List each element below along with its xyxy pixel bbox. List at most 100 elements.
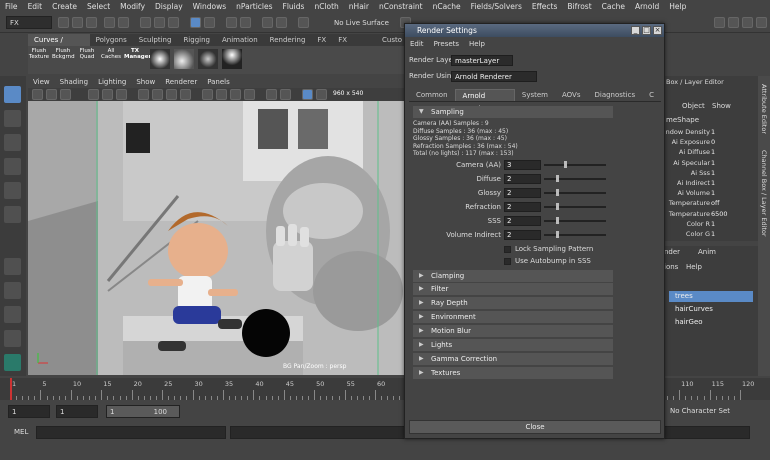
channel-menu-show[interactable]: Show: [712, 102, 731, 110]
shelf-tab[interactable]: Rendering: [264, 34, 312, 46]
ambient-occlusion-icon[interactable]: [216, 89, 227, 100]
sampling-value-field[interactable]: 2: [504, 202, 541, 212]
viewport-menu-panels[interactable]: Panels: [202, 76, 235, 88]
open-scene-icon[interactable]: [72, 17, 83, 28]
toggle-panel-icon[interactable]: [714, 17, 725, 28]
current-frame-field[interactable]: 1: [56, 405, 98, 418]
sampling-slider-handle[interactable]: [556, 231, 560, 238]
wireframe-icon[interactable]: [138, 89, 149, 100]
menu-ncache[interactable]: nCache: [428, 2, 466, 11]
channel-attr-row[interactable]: ndow Density 1: [664, 128, 758, 138]
menu-modify[interactable]: Modify: [115, 2, 150, 11]
mel-label[interactable]: MEL: [14, 428, 28, 436]
sampling-value-field[interactable]: 2: [504, 174, 541, 184]
select-object-icon[interactable]: [154, 17, 165, 28]
area-light-icon[interactable]: [150, 49, 170, 69]
layer-menu-help[interactable]: Help: [686, 263, 702, 271]
layout-a-icon[interactable]: [4, 306, 21, 323]
rs-menu-edit[interactable]: Edit: [405, 38, 429, 50]
channel-attr-value[interactable]: 1: [711, 230, 715, 238]
sampling-value-field[interactable]: 3: [504, 160, 541, 170]
menu-display[interactable]: Display: [150, 2, 188, 11]
layout-b-icon[interactable]: [4, 330, 21, 347]
rs-tab[interactable]: AOVs: [555, 89, 588, 101]
minimize-button[interactable]: _: [631, 26, 640, 35]
viewport-panel[interactable]: BG Pan/Zoom : persp: [28, 101, 406, 375]
menu-effects[interactable]: Effects: [527, 2, 563, 11]
channel-attr-row[interactable]: Ai Indirect 1: [664, 179, 758, 189]
sampling-slider-track[interactable]: [544, 164, 606, 166]
rs-menu-help[interactable]: Help: [464, 38, 490, 50]
channel-attr-row[interactable]: Temperature 6500: [664, 210, 758, 220]
menu-edit[interactable]: Edit: [23, 2, 48, 11]
section-textures[interactable]: ▶ Textures: [413, 367, 613, 379]
section-lights[interactable]: ▶ Lights: [413, 339, 613, 351]
sampling-value-field[interactable]: 2: [504, 230, 541, 240]
shelf-tab[interactable]: Polygons: [90, 34, 133, 46]
section-gamma-correction[interactable]: ▶ Gamma Correction: [413, 353, 613, 365]
sampling-slider-handle[interactable]: [556, 189, 560, 196]
checkbox[interactable]: [504, 246, 511, 253]
save-scene-icon[interactable]: [86, 17, 97, 28]
mel-input[interactable]: [36, 426, 226, 439]
grid-icon[interactable]: [88, 89, 99, 100]
rs-tab[interactable]: C: [642, 89, 661, 101]
menu-ncloth[interactable]: nCloth: [309, 2, 343, 11]
film-gate-icon[interactable]: [102, 89, 113, 100]
channel-attr-row[interactable]: Color R1: [664, 220, 758, 230]
menu-select[interactable]: Select: [82, 2, 115, 11]
smooth-shade-icon[interactable]: [152, 89, 163, 100]
channel-box-tab[interactable]: Channel Box / Layer Editor: [760, 150, 768, 237]
channel-attr-value[interactable]: 1: [711, 128, 715, 136]
channel-attr-value[interactable]: 1: [711, 220, 715, 228]
pan-zoom-icon[interactable]: [302, 89, 313, 100]
scale-tool-icon[interactable]: [4, 206, 21, 223]
redo-icon[interactable]: [118, 17, 129, 28]
rs-tab[interactable]: System: [515, 89, 555, 101]
section-ray-depth[interactable]: ▶ Ray Depth: [413, 297, 613, 309]
toggle-tool-icon[interactable]: [756, 17, 767, 28]
menu-cache[interactable]: Cache: [597, 2, 630, 11]
sampling-slider-track[interactable]: [544, 192, 606, 194]
character-set-label[interactable]: No Character Set: [670, 407, 730, 415]
antialias-icon[interactable]: [244, 89, 255, 100]
select-hierarchy-icon[interactable]: [140, 17, 151, 28]
skydome-light-icon[interactable]: [174, 49, 194, 69]
channel-attr-value[interactable]: 1: [711, 169, 715, 177]
paint-select-icon[interactable]: [4, 134, 21, 151]
exposure-icon[interactable]: [316, 89, 327, 100]
menu-help[interactable]: Help: [664, 2, 691, 11]
shelf-button-flush-quad[interactable]: Flush Quad: [76, 48, 98, 72]
render-layer-dropdown[interactable]: masterLayer: [451, 55, 513, 66]
menu-file[interactable]: File: [0, 2, 23, 11]
sampling-slider-track[interactable]: [544, 206, 606, 208]
select-component-icon[interactable]: [168, 17, 179, 28]
toggle-channel-icon[interactable]: [742, 17, 753, 28]
history-icon[interactable]: [298, 17, 309, 28]
channel-attr-value[interactable]: 6500: [711, 210, 728, 218]
rs-tab[interactable]: Arnold Renderer: [454, 89, 515, 113]
live-surface-label[interactable]: No Live Surface: [320, 17, 390, 29]
sampling-value-field[interactable]: 2: [504, 216, 541, 226]
rs-tab[interactable]: Diagnostics: [587, 89, 642, 101]
rotate-tool-icon[interactable]: [4, 182, 21, 199]
sampling-slider-handle[interactable]: [564, 161, 568, 168]
section-environment[interactable]: ▶ Environment: [413, 311, 613, 323]
shelf-tab[interactable]: FX: [311, 34, 332, 46]
layer-item[interactable]: hairGeo: [669, 317, 753, 328]
range-slider[interactable]: 1 100: [106, 405, 180, 418]
render-using-dropdown[interactable]: Arnold Renderer: [451, 71, 537, 82]
menu-nhair[interactable]: nHair: [344, 2, 374, 11]
layer-tab-render[interactable]: nder: [664, 248, 680, 256]
viewport-menu-view[interactable]: View: [28, 76, 55, 88]
menu-fluids[interactable]: Fluids: [278, 2, 310, 11]
shelf-button-tx-manager[interactable]: TX Manager: [124, 48, 151, 72]
shelf-tab[interactable]: Curves / Surfaces: [28, 34, 90, 56]
channel-attr-value[interactable]: 1: [711, 189, 715, 197]
menuset-dropdown[interactable]: FX: [6, 16, 52, 29]
snap-grid-icon[interactable]: [204, 17, 215, 28]
layer-menu-options[interactable]: ions: [664, 263, 678, 271]
sampling-slider-track[interactable]: [544, 178, 606, 180]
channel-attr-value[interactable]: 0: [711, 138, 715, 146]
menu-create[interactable]: Create: [47, 2, 82, 11]
